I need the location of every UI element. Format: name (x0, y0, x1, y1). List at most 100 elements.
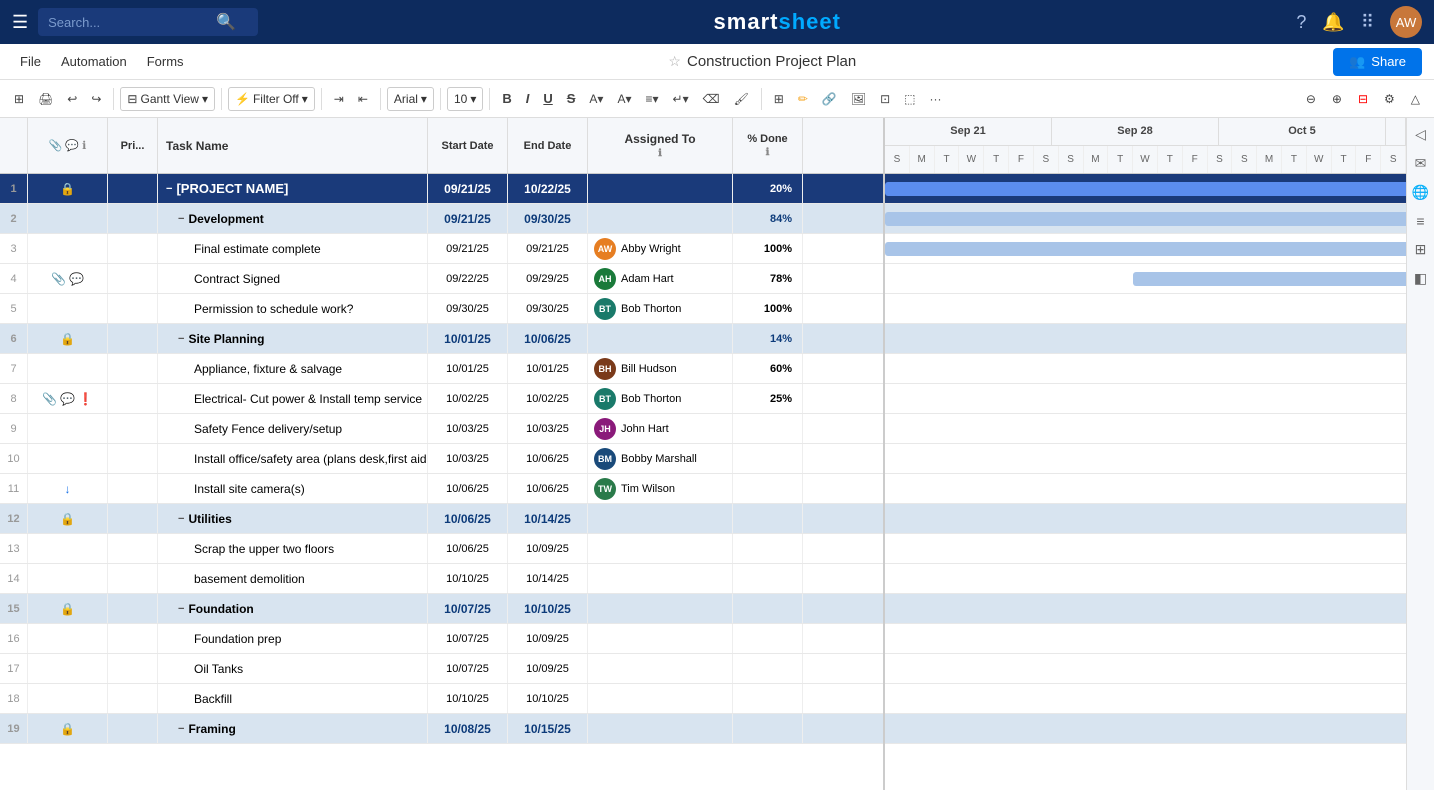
start-date-cell[interactable]: 09/22/25 (428, 264, 508, 293)
task-name-cell[interactable]: −Foundation (158, 594, 428, 623)
task-name-cell[interactable]: −Site Planning (158, 324, 428, 353)
table-row[interactable]: 7Appliance, fixture & salvage10/01/2510/… (0, 354, 883, 384)
settings-button[interactable]: ⚙ (1378, 88, 1401, 110)
panel-icon-3[interactable]: 🌐 (1412, 184, 1429, 201)
undo-button[interactable]: ↩ (61, 88, 83, 110)
assigned-cell[interactable] (588, 504, 733, 533)
task-name-cell[interactable]: Scrap the upper two floors (158, 534, 428, 563)
start-date-cell[interactable]: 09/30/25 (428, 294, 508, 323)
gantt-row[interactable]: Install office/safe (885, 444, 1406, 474)
help-icon[interactable]: ? (1296, 12, 1306, 33)
gantt-row[interactable]: Oil (885, 654, 1406, 684)
gantt-row[interactable] (885, 684, 1406, 714)
gantt-row[interactable] (885, 174, 1406, 204)
percent-cell[interactable] (733, 654, 803, 683)
table-row[interactable]: 15🔒−Foundation10/07/2510/10/25 (0, 594, 883, 624)
task-name-cell[interactable]: Permission to schedule work? (158, 294, 428, 323)
percent-cell[interactable]: 25% (733, 384, 803, 413)
end-date-cell[interactable]: 10/06/25 (508, 324, 588, 353)
assigned-cell[interactable]: BMBobby Marshall (588, 444, 733, 473)
end-date-cell[interactable]: 09/29/25 (508, 264, 588, 293)
task-name-cell[interactable]: Final estimate complete (158, 234, 428, 263)
end-date-cell[interactable]: 10/10/25 (508, 594, 588, 623)
end-date-cell[interactable]: 10/10/25 (508, 684, 588, 713)
collapse-icon-project[interactable]: − (166, 183, 172, 195)
start-date-cell[interactable]: 10/07/25 (428, 624, 508, 653)
assigned-cell[interactable] (588, 654, 733, 683)
start-date-cell[interactable]: 10/01/25 (428, 354, 508, 383)
percent-cell[interactable]: 60% (733, 354, 803, 383)
start-date-cell[interactable]: 09/21/25 (428, 234, 508, 263)
task-name-cell[interactable]: Oil Tanks (158, 654, 428, 683)
clear-format-button[interactable]: ⌫ (697, 88, 726, 110)
gantt-row[interactable] (885, 504, 1406, 534)
end-date-cell[interactable]: 09/30/25 (508, 204, 588, 233)
table-row[interactable]: 10Install office/safety area (plans desk… (0, 444, 883, 474)
forms-menu[interactable]: Forms (139, 50, 192, 73)
end-date-cell[interactable]: 10/14/25 (508, 564, 588, 593)
align-button[interactable]: ≡▾ (639, 88, 664, 110)
view-selector[interactable]: ⊟ Gantt View ▾ (120, 87, 215, 111)
end-date-cell[interactable]: 10/06/25 (508, 474, 588, 503)
assigned-cell[interactable] (588, 204, 733, 233)
table-row[interactable]: 19🔒−Framing10/08/2510/15/25 (0, 714, 883, 744)
collapse-icon[interactable]: − (178, 213, 184, 225)
assigned-cell[interactable]: BTBob Thorton (588, 384, 733, 413)
assigned-cell[interactable]: JHJohn Hart (588, 414, 733, 443)
start-date-cell[interactable]: 10/03/25 (428, 414, 508, 443)
start-date-cell[interactable]: 10/07/25 (428, 654, 508, 683)
gantt-row[interactable]: Safety Fence delivery/setup (885, 414, 1406, 444)
redo-button[interactable]: ↪ (85, 88, 107, 110)
percent-cell[interactable]: 84% (733, 204, 803, 233)
underline-button[interactable]: U (537, 87, 558, 110)
notification-icon[interactable]: 🔔 (1322, 12, 1344, 33)
table-row[interactable]: 11↓Install site camera(s)10/06/2510/06/2… (0, 474, 883, 504)
assigned-cell[interactable] (588, 324, 733, 353)
zoom-reset-button[interactable]: ⊟ (1352, 88, 1374, 110)
strikethrough-button[interactable]: S (561, 87, 582, 110)
start-date-cell[interactable]: 10/08/25 (428, 714, 508, 743)
assigned-cell[interactable] (588, 534, 733, 563)
gantt-row[interactable]: Permission to schedule work? (885, 294, 1406, 324)
table-row[interactable]: 13Scrap the upper two floors10/06/2510/0… (0, 534, 883, 564)
task-name-cell[interactable]: Install office/safety area (plans desk,f… (158, 444, 428, 473)
task-name-cell[interactable]: Foundation prep (158, 624, 428, 653)
assigned-cell[interactable]: AWAbby Wright (588, 234, 733, 263)
percent-cell[interactable] (733, 564, 803, 593)
start-date-cell[interactable]: 09/21/25 (428, 174, 508, 203)
end-date-cell[interactable]: 10/06/25 (508, 444, 588, 473)
task-name-cell[interactable]: −Utilities (158, 504, 428, 533)
assigned-cell[interactable]: BHBill Hudson (588, 354, 733, 383)
gantt-row[interactable]: Contract Signed (885, 264, 1406, 294)
gantt-bar[interactable] (885, 182, 1406, 196)
gantt-row[interactable]: Final estimate complete (885, 234, 1406, 264)
start-date-cell[interactable]: 10/07/25 (428, 594, 508, 623)
size-selector[interactable]: 10 ▾ (447, 87, 483, 111)
percent-cell[interactable]: 78% (733, 264, 803, 293)
task-name-cell[interactable]: Backfill (158, 684, 428, 713)
assigned-cell[interactable]: BTBob Thorton (588, 294, 733, 323)
panel-icon-6[interactable]: ◧ (1414, 270, 1427, 287)
panel-icon-5[interactable]: ⊞ (1415, 241, 1427, 258)
end-date-cell[interactable]: 10/01/25 (508, 354, 588, 383)
font-selector[interactable]: Arial ▾ (387, 87, 434, 111)
table-row[interactable]: 5Permission to schedule work?09/30/2509/… (0, 294, 883, 324)
star-icon[interactable]: ☆ (668, 53, 681, 70)
percent-cell[interactable] (733, 624, 803, 653)
gantt-row[interactable] (885, 594, 1406, 624)
gantt-row[interactable]: Appliance, fixture & salvage (885, 354, 1406, 384)
table-row[interactable]: 1🔒−[PROJECT NAME]09/21/2510/22/2520% (0, 174, 883, 204)
zoom-in-button[interactable]: ⊕ (1326, 88, 1348, 110)
start-date-cell[interactable]: 10/01/25 (428, 324, 508, 353)
gantt-row[interactable] (885, 564, 1406, 594)
assigned-cell[interactable]: TWTim Wilson (588, 474, 733, 503)
end-date-cell[interactable]: 10/09/25 (508, 654, 588, 683)
gantt-bar[interactable] (885, 212, 1406, 226)
assigned-cell[interactable] (588, 174, 733, 203)
table-icon[interactable]: ⊞ (768, 88, 790, 110)
percent-cell[interactable] (733, 414, 803, 443)
grid-view-icon[interactable]: ⊞ (8, 88, 30, 110)
task-name-cell[interactable]: basement demolition (158, 564, 428, 593)
table-row[interactable]: 8📎💬❗Electrical- Cut power & Install temp… (0, 384, 883, 414)
wrap-button[interactable]: ↵▾ (667, 88, 695, 110)
